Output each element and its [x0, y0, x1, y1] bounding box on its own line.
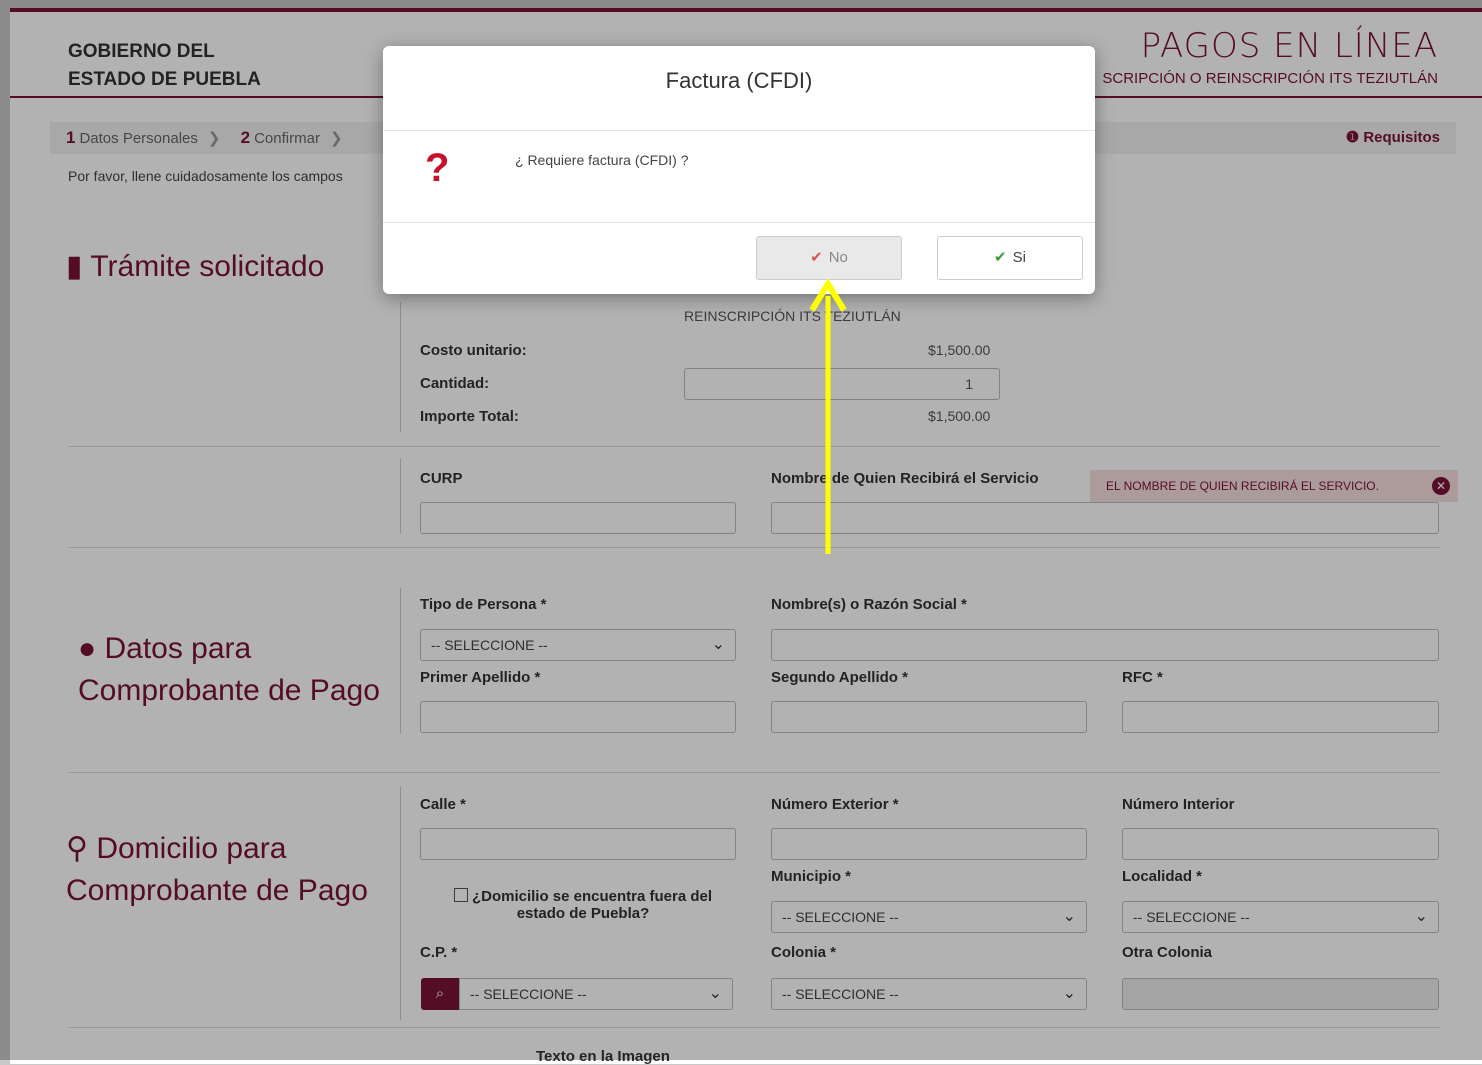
- annotation-arrow: [809, 278, 847, 554]
- modal-divider: [383, 222, 1095, 223]
- si-button[interactable]: ✔ Si: [937, 236, 1083, 280]
- question-icon: ?: [425, 146, 450, 190]
- no-label: No: [828, 249, 848, 266]
- check-icon: ✔: [994, 249, 1007, 266]
- factura-modal: Factura (CFDI) ? ¿ Requiere factura (CFD…: [383, 46, 1095, 294]
- check-icon: ✔: [810, 249, 823, 266]
- si-label: Si: [1012, 249, 1026, 266]
- modal-title: Factura (CFDI): [383, 46, 1095, 131]
- modal-message: ¿ Requiere factura (CFDI) ?: [515, 152, 689, 168]
- no-button[interactable]: ✔ No: [756, 236, 902, 280]
